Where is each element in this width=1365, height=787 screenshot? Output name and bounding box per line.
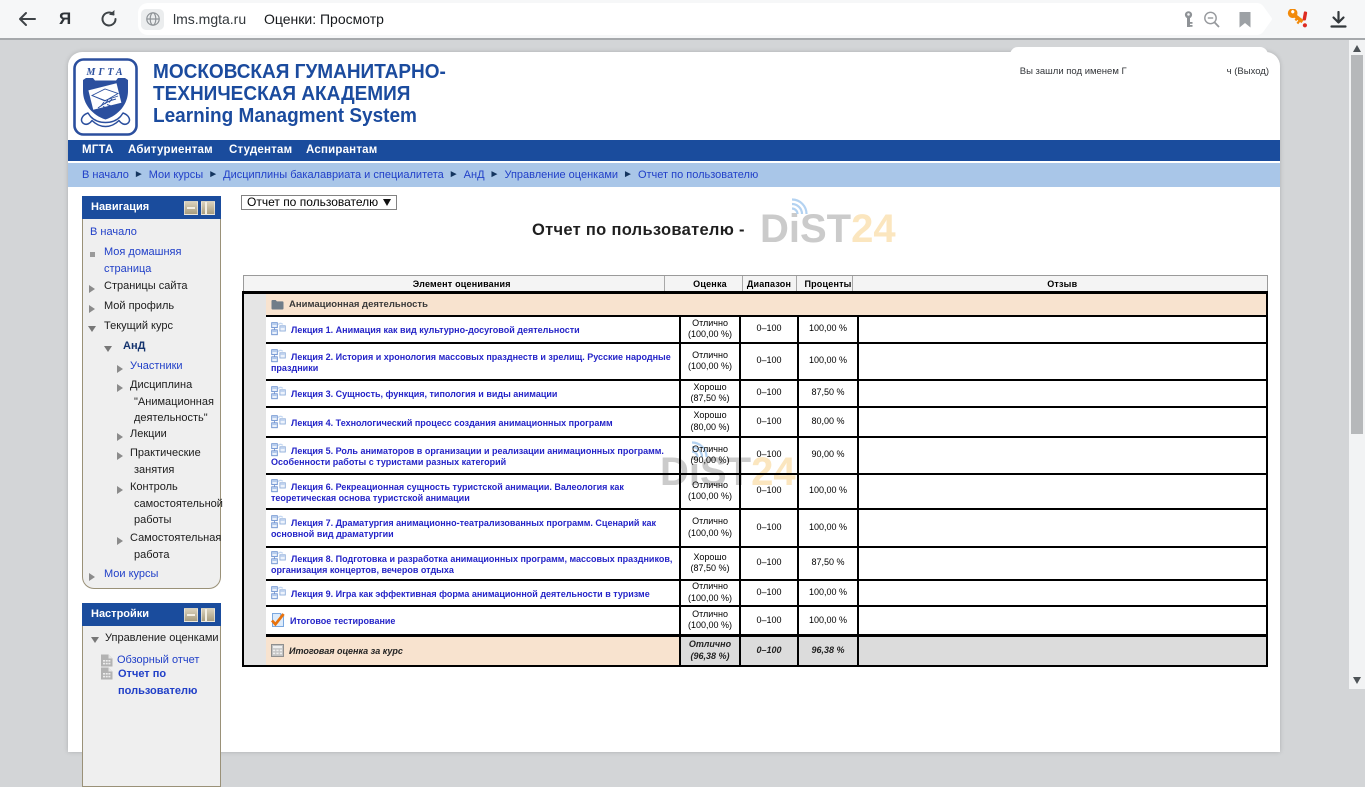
svg-text:МГТА: МГТА: [85, 67, 125, 78]
